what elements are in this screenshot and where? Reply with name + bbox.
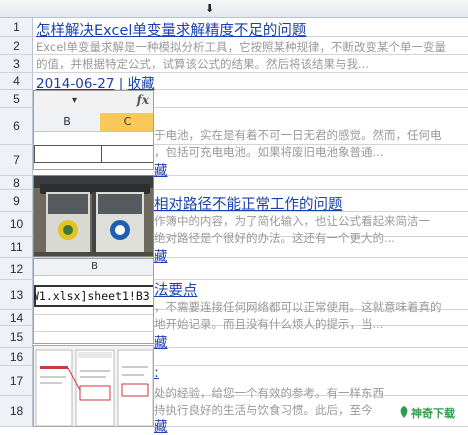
row-number[interactable]: 14 (0, 310, 33, 326)
article-desc-2-line2: ，包括可充电电池。如果将废旧电池象普通... (154, 145, 384, 159)
row-number[interactable]: 7 (0, 145, 33, 176)
thumb-col-b: B (34, 113, 101, 131)
formula-bar: ▾ fx (34, 91, 153, 114)
cell-formula-text: W1.xlsx]sheet1!B3 (33, 289, 150, 303)
thumb-row-divider (34, 314, 153, 315)
article-title-3[interactable]: 相对路径不能正常工作的问题 (154, 193, 343, 214)
article-title-1[interactable]: 怎样解决Excel单变量求解精度不足的问题 (36, 19, 306, 40)
column-select-arrow-icon: ⬇ (205, 2, 215, 15)
row-number[interactable]: 3 (0, 55, 33, 73)
row-number[interactable]: 9 (0, 190, 33, 212)
app-screens-thumbnail (33, 345, 154, 427)
row-number[interactable]: 16 (0, 348, 33, 366)
formula-cell-thumbnail: B W1.xlsx]sheet1!B3 (33, 258, 154, 344)
recycling-bins-image (34, 176, 153, 256)
row-number[interactable]: 1 (0, 18, 33, 37)
article-desc-3-line2: 绝对路径是个很好的办法。这还有一个更大的... (154, 231, 395, 245)
app-screens-image (34, 346, 153, 426)
row-number[interactable]: 10 (0, 212, 33, 237)
row-number[interactable]: 6 (0, 108, 33, 145)
thumb-col-c: C (100, 113, 153, 131)
favorite-link-4[interactable]: 藏 (154, 331, 168, 351)
article-title-5[interactable]: : (154, 365, 159, 381)
fx-icon: fx (136, 93, 149, 107)
favorite-link-5[interactable]: 藏 (154, 415, 168, 435)
thumb-column-header: B C (34, 113, 153, 132)
site-watermark: 神奇下载 (395, 401, 465, 423)
thumb-cell-c (101, 145, 153, 163)
watermark-logo-icon (400, 406, 408, 418)
row-number[interactable]: 18 (0, 396, 33, 427)
formula-bar-thumbnail: ▾ fx B C (33, 90, 154, 170)
favorite-link-3[interactable]: 藏 (154, 245, 168, 265)
row-number[interactable]: 11 (0, 237, 33, 258)
watermark-text: 神奇下载 (411, 407, 455, 420)
article-meta-1: 2014-06-27 | 收藏 (36, 72, 155, 92)
row-number[interactable]: 4 (0, 73, 33, 90)
row-number[interactable]: 15 (0, 326, 33, 348)
thumb-cell-b (34, 145, 102, 163)
thumb-col-b-header: B (34, 259, 153, 276)
article-desc-5-line2: 持执行良好的生活与饮食习惯。此后，至今 (154, 403, 373, 417)
row-number[interactable]: 17 (0, 366, 33, 396)
row-number[interactable]: 2 (0, 37, 33, 55)
recycling-bins-photo (33, 175, 154, 257)
row-number[interactable]: 8 (0, 176, 33, 190)
name-box-dropdown-icon: ▾ (72, 95, 78, 106)
article-desc-4-line2: 地开始记录。而且没有什么烦人的提示，当... (154, 317, 384, 331)
thumb-row-divider (34, 331, 153, 332)
article-title-4[interactable]: 法要点 (154, 279, 198, 300)
row-number[interactable]: 13 (0, 280, 33, 310)
row-number[interactable]: 12 (0, 258, 33, 280)
favorite-link-2[interactable]: 藏 (154, 159, 168, 179)
row-number[interactable]: 5 (0, 90, 33, 108)
column-header (0, 0, 468, 18)
